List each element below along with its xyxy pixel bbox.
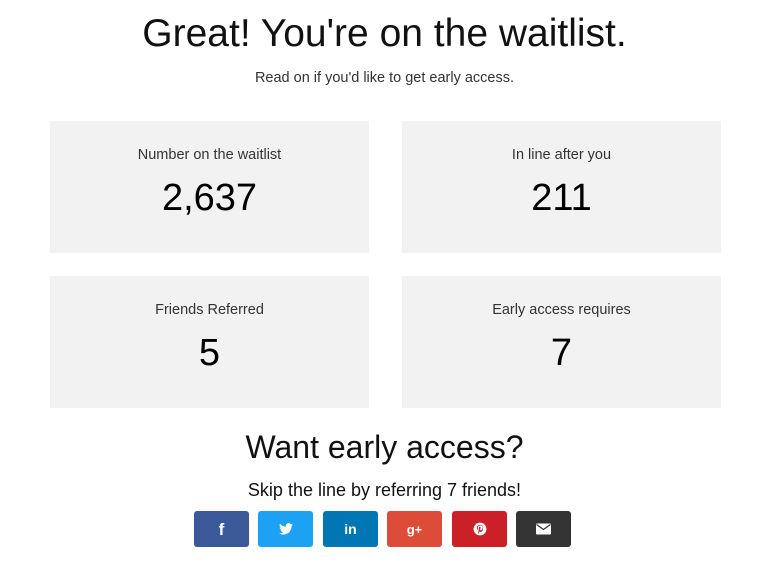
google-plus-icon: g+: [406, 521, 423, 537]
share-facebook-button[interactable]: f: [194, 511, 249, 547]
early-access-requires-card: Early access requires 7: [402, 276, 721, 408]
share-pinterest-button[interactable]: [452, 511, 507, 547]
stat-label: Friends Referred: [155, 302, 264, 318]
cta-title: Want early access?: [245, 429, 524, 465]
waitlist-count-card: Number on the waitlist 2,637: [50, 121, 369, 253]
page-title: Great! You're on the waitlist.: [142, 12, 627, 55]
waitlist-page: Great! You're on the waitlist. Read on i…: [0, 0, 759, 565]
stat-label: Number on the waitlist: [137, 147, 282, 163]
share-twitter-button[interactable]: [258, 511, 313, 547]
friends-referred-card: Friends Referred 5: [50, 276, 369, 408]
stat-value: 7: [550, 332, 573, 374]
in-line-after-card: In line after you 211: [402, 121, 721, 253]
stat-label: In line after you: [511, 147, 612, 163]
stat-value: 2,637: [161, 177, 258, 219]
share-linkedin-button[interactable]: in: [323, 511, 378, 547]
stat-label: Early access requires: [492, 302, 631, 318]
facebook-icon: f: [218, 519, 225, 539]
page-subtitle: Read on if you'd like to get early acces…: [254, 70, 515, 86]
linkedin-icon: in: [344, 521, 357, 537]
share-email-button[interactable]: [516, 511, 571, 547]
pinterest-icon: [473, 522, 486, 536]
email-icon: [536, 523, 551, 535]
cta-subtitle: Skip the line by referring 7 friends!: [247, 480, 522, 500]
stat-value: 211: [531, 177, 592, 219]
share-google-plus-button[interactable]: g+: [387, 511, 442, 547]
twitter-icon: [278, 523, 293, 535]
stat-value: 5: [198, 332, 221, 374]
